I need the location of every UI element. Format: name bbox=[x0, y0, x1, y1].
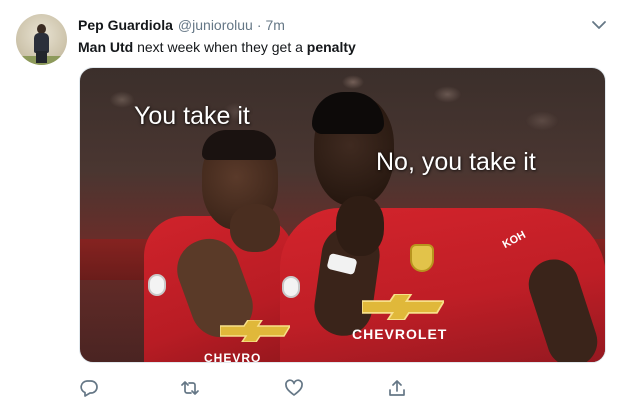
chevrolet-bowtie-right-icon bbox=[361, 293, 446, 321]
league-badge-right-icon bbox=[282, 276, 300, 298]
avatar[interactable] bbox=[16, 14, 67, 65]
separator-dot: · bbox=[256, 17, 262, 33]
tweet-text-middle: next week when they get a bbox=[133, 39, 307, 55]
sponsor-text-left: CHEVRO bbox=[204, 351, 262, 363]
tweet-actions-bar bbox=[0, 378, 620, 402]
tweet-text-bold-penalty: penalty bbox=[306, 39, 356, 55]
club-crest-icon bbox=[410, 244, 434, 272]
sponsor-text-right: CHEVROLET bbox=[352, 326, 448, 342]
right-player-hand bbox=[336, 196, 384, 256]
retweet-icon[interactable] bbox=[180, 378, 200, 398]
chevrolet-bowtie-left-icon bbox=[219, 319, 292, 343]
chevron-down-icon[interactable] bbox=[590, 16, 608, 34]
heart-icon[interactable] bbox=[284, 378, 304, 398]
tweet-media-image[interactable]: CHEVRO CHEVROLET KOH You take it No, you… bbox=[79, 67, 606, 363]
left-player-hand bbox=[230, 204, 280, 252]
author-handle[interactable]: @junioroluu bbox=[178, 17, 253, 33]
tweet-text-bold-team: Man Utd bbox=[78, 39, 134, 55]
left-player-hair bbox=[202, 130, 276, 160]
league-badge-left-icon bbox=[148, 274, 166, 296]
reply-icon[interactable] bbox=[79, 378, 99, 398]
tweet-header: Pep Guardiola @junioroluu · 7m bbox=[78, 16, 285, 34]
avatar-figure-legs bbox=[36, 51, 47, 63]
caption-left: You take it bbox=[134, 102, 250, 130]
tweet-card[interactable]: Pep Guardiola @junioroluu · 7m Man Utd n… bbox=[0, 0, 620, 414]
tweet-timestamp[interactable]: 7m bbox=[266, 17, 285, 33]
avatar-figure-body bbox=[34, 33, 49, 53]
author-name[interactable]: Pep Guardiola bbox=[78, 17, 173, 33]
caption-right: No, you take it bbox=[376, 148, 536, 176]
share-icon[interactable] bbox=[387, 378, 407, 398]
tweet-text: Man Utd next week when they get a penalt… bbox=[78, 38, 356, 56]
